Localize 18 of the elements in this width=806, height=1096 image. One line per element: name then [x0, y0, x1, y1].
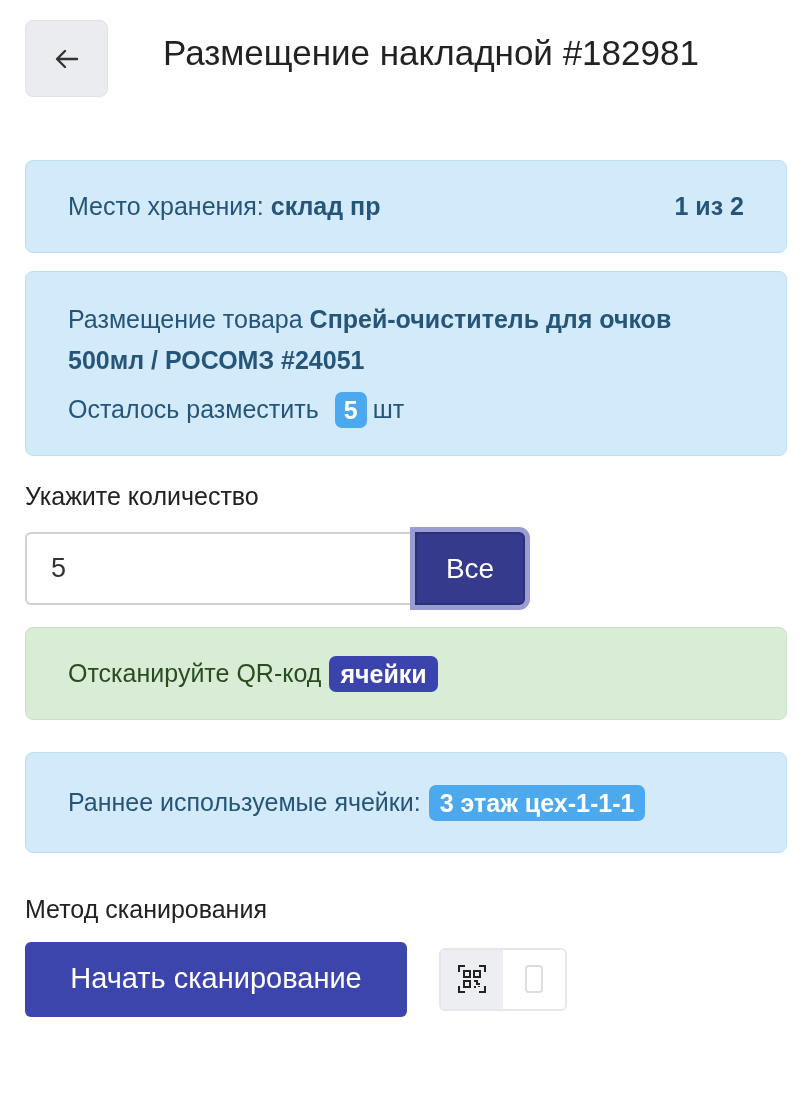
remaining-count: 5 — [334, 391, 367, 428]
start-scan-button[interactable]: Начать сканирование — [25, 941, 407, 1017]
remaining-label: Осталось разместить — [68, 394, 319, 425]
cell-tag: ячейки — [329, 655, 438, 692]
scan-mode-button[interactable] — [441, 949, 503, 1009]
storage-location-text: Место хранения: склад пр — [68, 190, 381, 222]
storage-counter: 1 из 2 — [674, 190, 744, 222]
back-button[interactable] — [25, 20, 108, 97]
unit-label: шт — [372, 394, 405, 425]
cell-tag: 3 этаж цех-1-1-1 — [428, 784, 646, 821]
scan-method-label: Метод сканирования — [25, 894, 268, 925]
scan-prompt-text: Отсканируйте QR-код — [68, 657, 322, 689]
phone-icon — [525, 965, 543, 993]
back-arrow-icon — [54, 48, 79, 69]
recent-cells-label: Раннее используемые ячейки: — [68, 786, 421, 818]
page-title: Размещение накладной #182981 — [163, 32, 699, 74]
quantity-label: Укажите количество — [25, 480, 260, 512]
qr-code-icon — [458, 965, 486, 993]
